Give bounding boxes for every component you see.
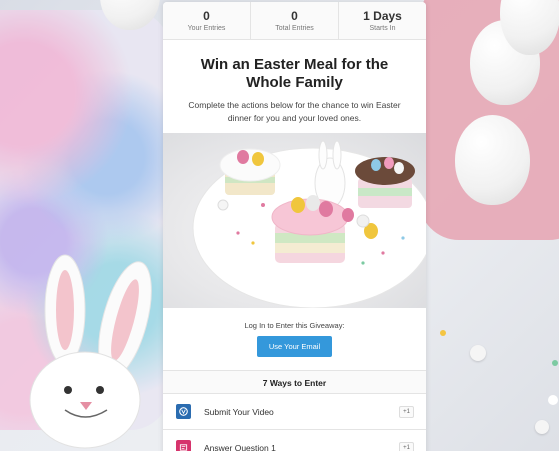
question-icon (176, 440, 191, 451)
egg (455, 115, 530, 205)
ways-to-enter-header: 7 Ways to Enter (163, 370, 426, 394)
giveaway-image (163, 133, 426, 308)
entry-method-label: Submit Your Video (204, 406, 274, 417)
stat-your-entries: 0 Your Entries (163, 2, 251, 39)
bunny-measuring-spoon (29, 254, 152, 449)
entry-points-badge: +1 (399, 441, 414, 451)
login-section: Log In to Enter this Giveaway: Use Your … (163, 308, 426, 370)
stat-value: 1 Days (363, 9, 402, 23)
login-label: Log In to Enter this Giveaway: (244, 321, 345, 330)
giveaway-description: Complete the actions below for the chanc… (188, 100, 401, 123)
use-email-button[interactable]: Use Your Email (256, 336, 333, 357)
giveaway-title: Win an Easter Meal for the Whole Family (200, 56, 389, 91)
entry-method-label: Answer Question 1 (204, 442, 276, 451)
entry-method-answer-question[interactable]: Answer Question 1 +1 (163, 430, 426, 451)
sprinkle (552, 360, 558, 366)
sprinkle (440, 330, 446, 336)
stat-value: 0 (203, 9, 210, 23)
sprinkle (548, 395, 558, 405)
entry-points-badge: +1 (399, 405, 414, 418)
stat-label: Total Entries (275, 25, 314, 32)
entry-method-submit-video[interactable]: Submit Your Video +1 (163, 394, 426, 430)
stat-starts-in: 1 Days Starts In (339, 2, 426, 39)
stat-total-entries: 0 Total Entries (251, 2, 339, 39)
sprinkle (535, 420, 549, 434)
video-icon (176, 404, 191, 419)
easter-cupcakes-image (192, 140, 426, 308)
sprinkle (470, 345, 486, 361)
stat-value: 0 (291, 9, 298, 23)
giveaway-widget: 0 Your Entries 0 Total Entries 1 Days St… (163, 2, 426, 451)
stat-label: Your Entries (187, 25, 226, 32)
stat-label: Starts In (369, 25, 396, 32)
entry-stats: 0 Your Entries 0 Total Entries 1 Days St… (163, 2, 426, 40)
